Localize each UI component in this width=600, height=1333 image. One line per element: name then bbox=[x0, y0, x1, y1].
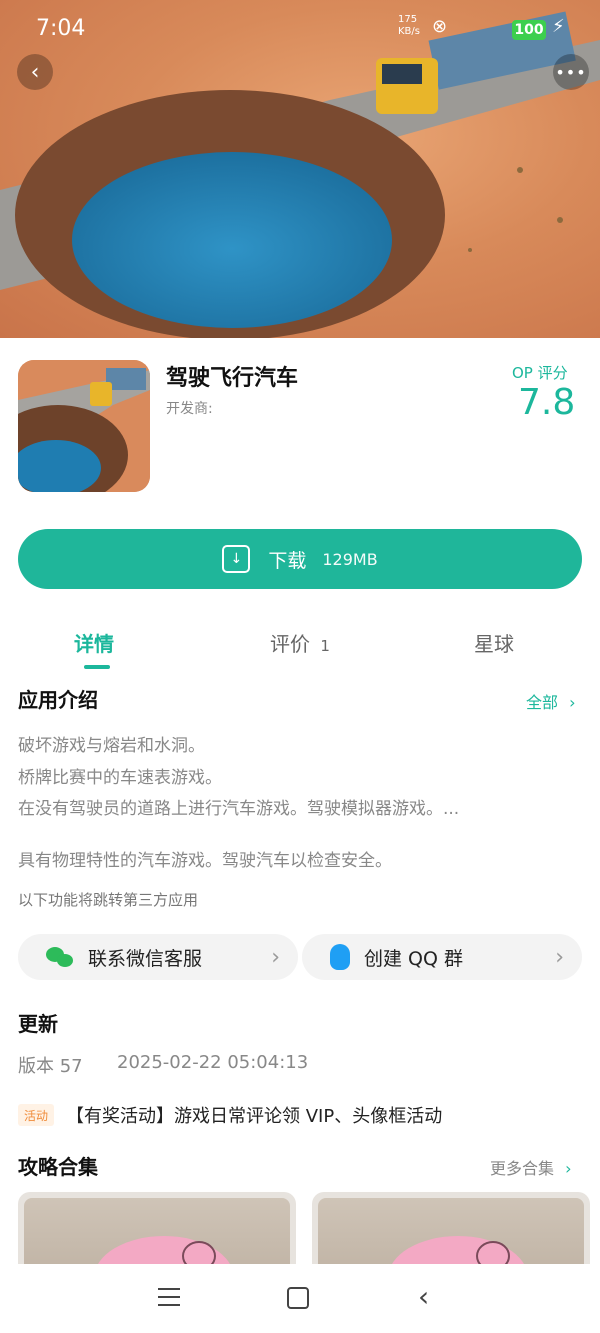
tab-reviews[interactable]: 评价 1 bbox=[270, 628, 330, 657]
more-options-button[interactable]: ••• bbox=[553, 54, 589, 90]
intro-line-3: 在没有驾驶员的道路上进行汽车游戏。驾驶模拟器游戏。... bbox=[18, 799, 460, 819]
activity-link[interactable]: 【有奖活动】游戏日常评论领 VIP、头像框活动 bbox=[66, 1102, 442, 1128]
menu-icon[interactable] bbox=[158, 1286, 182, 1308]
chevron-right-icon: › bbox=[565, 1159, 572, 1178]
chevron-left-icon: ‹ bbox=[30, 59, 40, 85]
battery-level: 100 bbox=[514, 22, 544, 38]
tab-planet-label: 星球 bbox=[474, 632, 514, 656]
signal-muted-icon: ⊗ bbox=[432, 16, 448, 37]
status-time: 7:04 bbox=[36, 16, 86, 41]
developer-label: 开发商: bbox=[166, 401, 213, 417]
download-button[interactable]: ↓ 下载 129MB bbox=[18, 529, 582, 589]
app-icon-art bbox=[18, 360, 150, 492]
tab-reviews-count: 1 bbox=[320, 637, 330, 655]
app-title: 驾驶飞行汽车 bbox=[166, 366, 299, 391]
battery-indicator: 100 bbox=[512, 20, 546, 40]
network-speed: 175 KB/s bbox=[398, 14, 420, 37]
create-qq-group-button[interactable]: 创建 QQ 群 › bbox=[302, 934, 582, 980]
back-button[interactable]: ‹ bbox=[17, 54, 53, 90]
op-score-value: 7.8 bbox=[518, 382, 576, 423]
intro-all-link[interactable]: 全部 › bbox=[526, 689, 576, 713]
third-party-note: 以下功能将跳转第三方应用 bbox=[18, 891, 199, 909]
intro-line-1: 破坏游戏与熔岩和水洞。 bbox=[18, 736, 205, 756]
home-icon[interactable] bbox=[287, 1287, 309, 1309]
update-title: 更新 bbox=[18, 1012, 58, 1036]
download-label: 下载 bbox=[268, 549, 307, 572]
activity-badge: 活动 bbox=[18, 1104, 55, 1126]
tab-active-indicator bbox=[84, 665, 110, 669]
update-datetime: 2025-02-22 05:04:13 bbox=[117, 1052, 309, 1073]
download-size: 129MB bbox=[322, 549, 378, 569]
update-version: 版本 57 bbox=[18, 1056, 83, 1077]
activity-badge-label: 活动 bbox=[24, 1108, 49, 1123]
system-navigation-bar: ‹ bbox=[0, 1264, 600, 1333]
tab-details-label: 详情 bbox=[74, 632, 114, 656]
wechat-label: 联系微信客服 bbox=[88, 947, 203, 970]
qq-icon bbox=[330, 944, 350, 970]
status-bar: 7:04 175 KB/s ⊗ 100 ⚡ bbox=[0, 0, 600, 60]
chevron-right-icon: › bbox=[271, 944, 280, 970]
app-icon bbox=[18, 360, 150, 492]
tab-details[interactable]: 详情 bbox=[74, 628, 114, 657]
back-nav-icon[interactable]: ‹ bbox=[418, 1280, 429, 1313]
intro-all-label: 全部 bbox=[526, 693, 559, 712]
contact-wechat-button[interactable]: 联系微信客服 › bbox=[18, 934, 298, 980]
guides-more-link[interactable]: 更多合集 › bbox=[490, 1155, 572, 1179]
intro-title: 应用介绍 bbox=[18, 688, 98, 712]
more-dots-icon: ••• bbox=[555, 62, 587, 82]
guides-title: 攻略合集 bbox=[18, 1155, 98, 1179]
qq-group-label: 创建 QQ 群 bbox=[364, 947, 463, 970]
download-icon: ↓ bbox=[222, 545, 251, 573]
wechat-icon bbox=[46, 945, 76, 969]
intro-line-2: 桥牌比赛中的车速表游戏。 bbox=[18, 768, 222, 788]
intro-line-4: 具有物理特性的汽车游戏。驾驶汽车以检查安全。 bbox=[18, 851, 392, 871]
chevron-right-icon: › bbox=[569, 693, 576, 712]
op-score-label: OP 评分 bbox=[512, 364, 568, 382]
tab-planet[interactable]: 星球 bbox=[474, 628, 514, 657]
tab-reviews-label: 评价 bbox=[270, 632, 310, 656]
chevron-right-icon: › bbox=[555, 944, 564, 970]
guides-more-label: 更多合集 bbox=[490, 1159, 555, 1178]
charging-icon: ⚡ bbox=[552, 16, 565, 37]
